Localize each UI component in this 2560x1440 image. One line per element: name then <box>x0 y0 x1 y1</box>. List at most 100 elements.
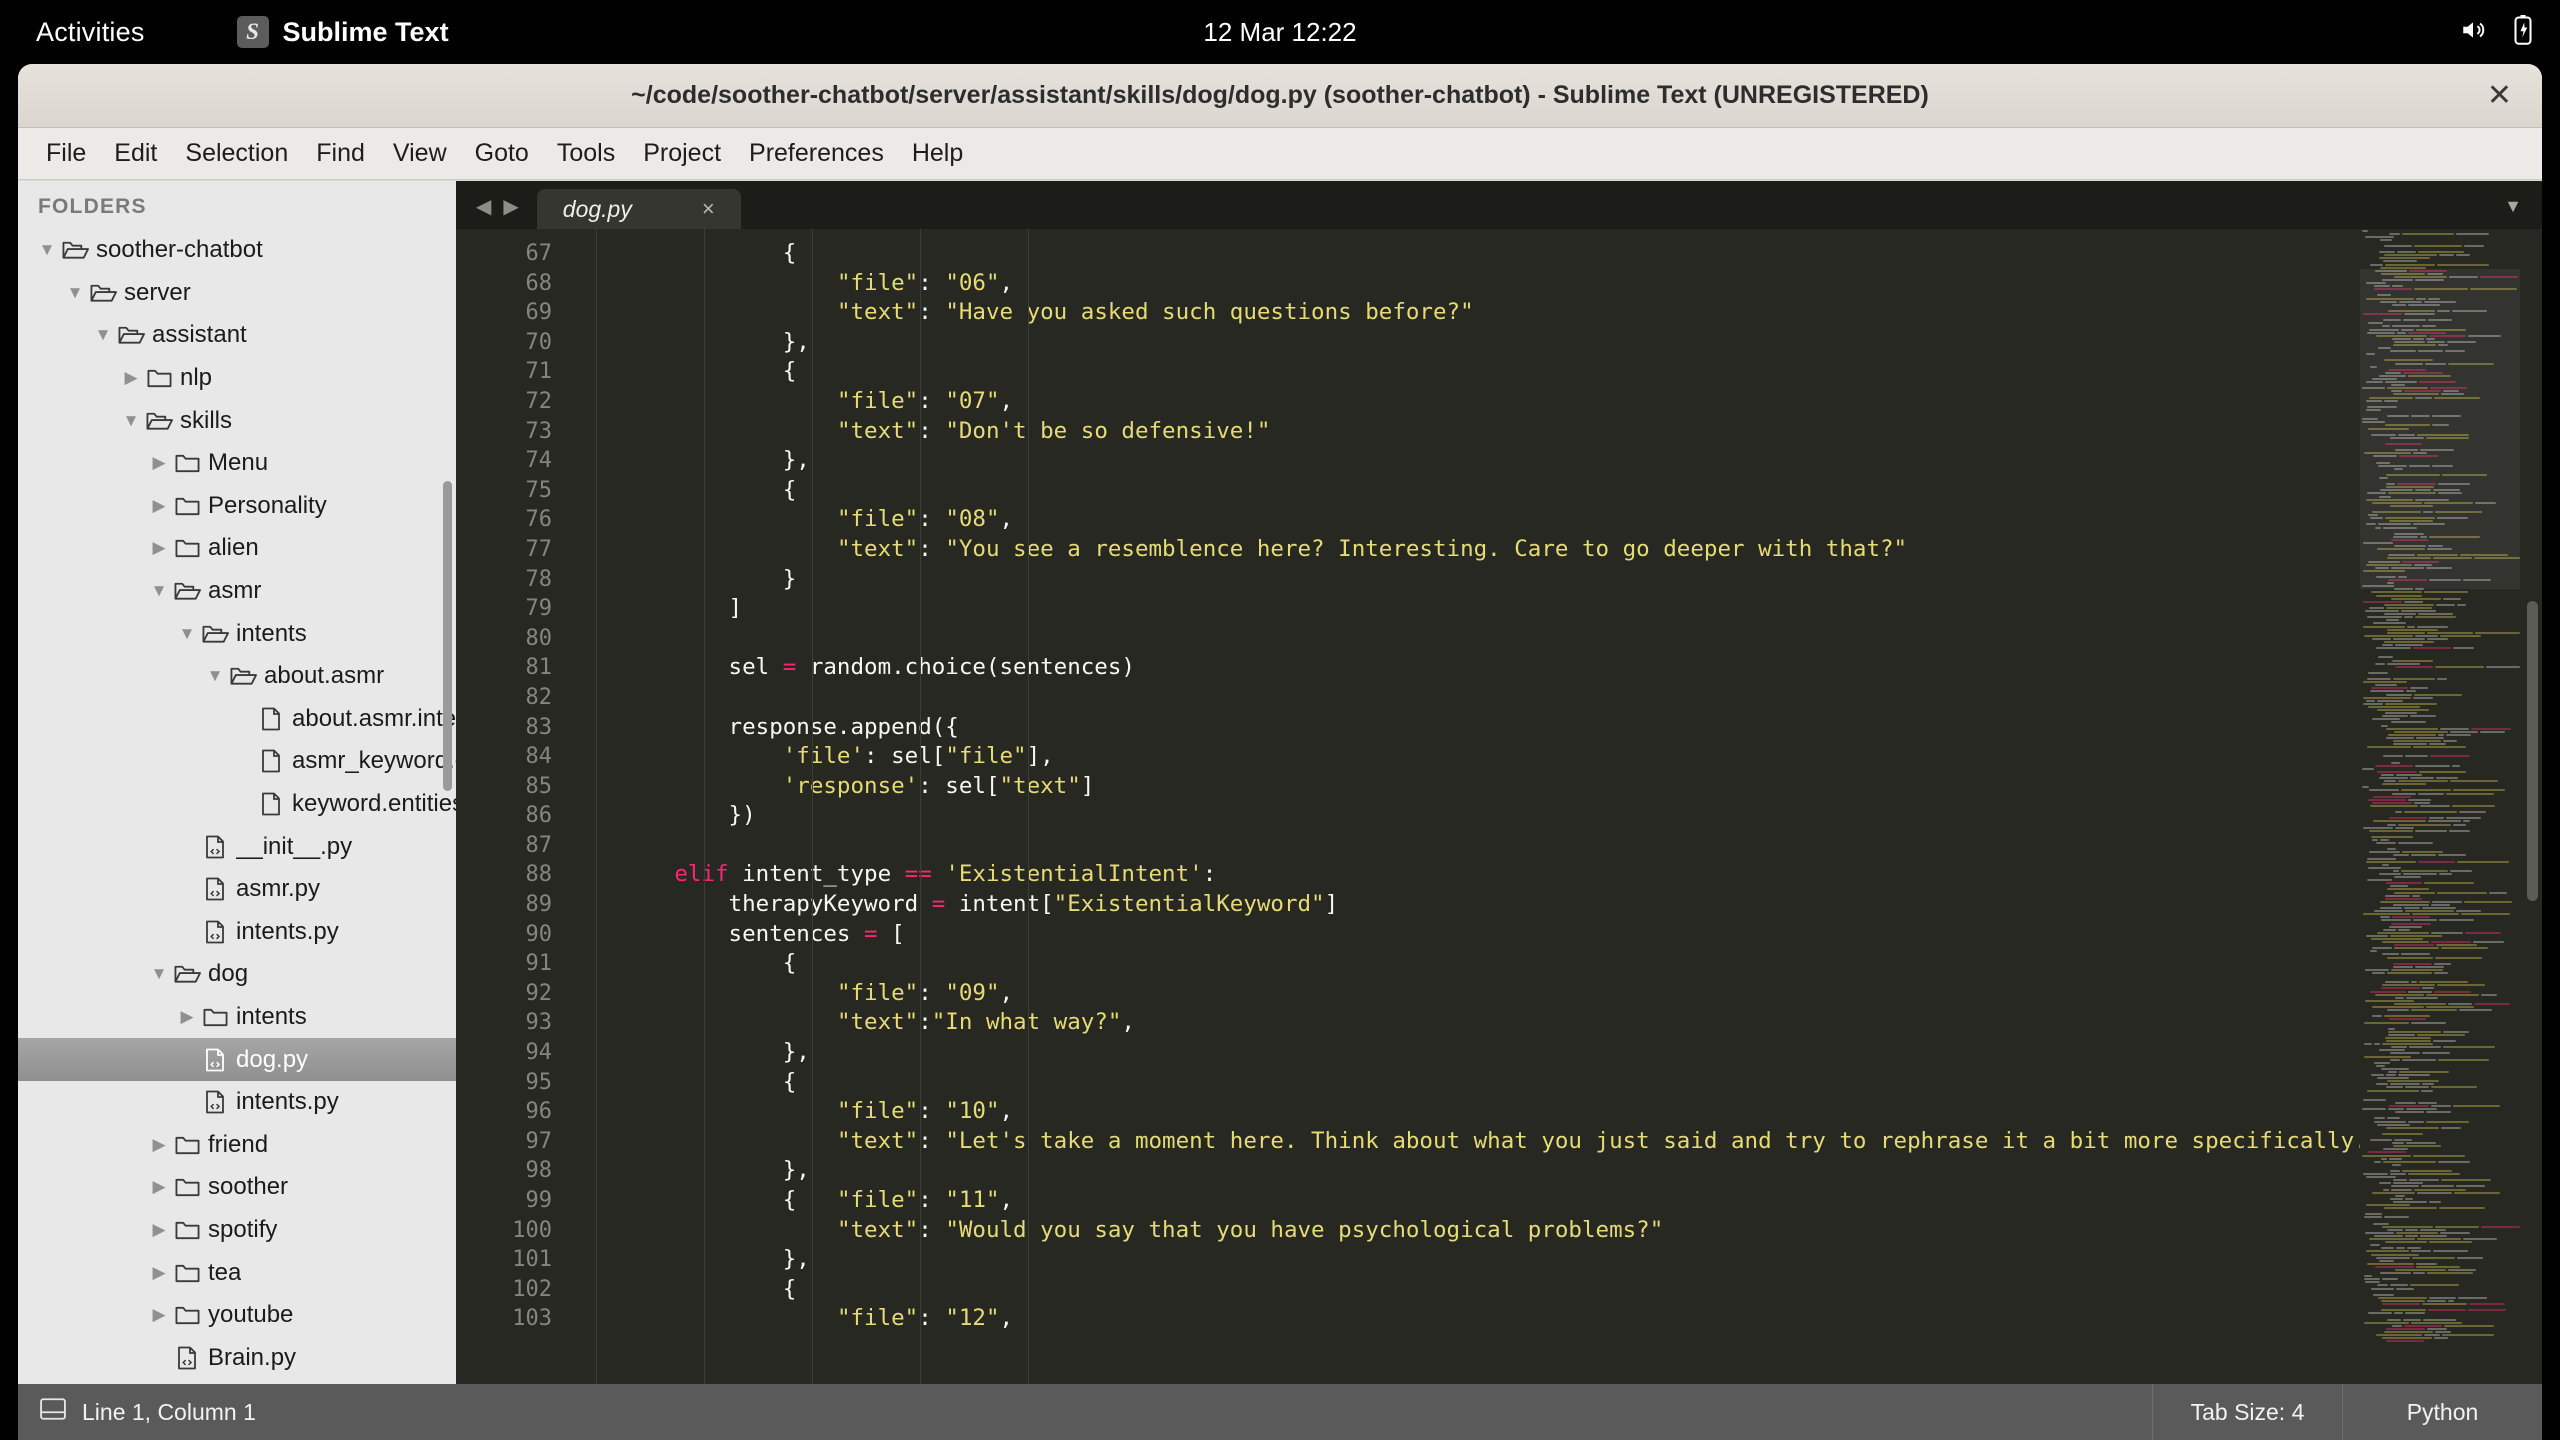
tree-item-intents[interactable]: ▶ intents <box>18 996 456 1039</box>
tree-item-menu[interactable]: ▶ Menu <box>18 442 456 485</box>
menu-item-edit[interactable]: Edit <box>100 135 171 172</box>
menu-item-view[interactable]: View <box>379 135 461 172</box>
chevron-down-icon[interactable]: ▼ <box>174 624 200 644</box>
clock[interactable]: 12 Mar 12:22 <box>1203 17 1356 48</box>
code-line[interactable]: "text":"In what way?", <box>566 1008 2542 1038</box>
code-content[interactable]: { "file": "06", "text": "Have you asked … <box>566 229 2542 1412</box>
tree-item-nlp[interactable]: ▶ nlp <box>18 357 456 400</box>
close-icon[interactable]: ✕ <box>2487 80 2512 111</box>
chevron-right-icon[interactable]: ▶ <box>146 1220 172 1240</box>
code-line[interactable]: 'file': sel["file"], <box>566 742 2542 772</box>
sidebar-file-tree[interactable]: FOLDERS ▼ soother-chatbot ▼ server ▼ assistan… <box>18 181 456 1440</box>
tab-dog-py[interactable]: dog.py × <box>536 189 741 229</box>
battery-icon[interactable] <box>2514 14 2532 50</box>
chevron-right-icon[interactable]: ▶ <box>146 1177 172 1197</box>
tree-item-personality[interactable]: ▶ Personality <box>18 485 456 528</box>
chevron-down-icon[interactable]: ▼ <box>202 666 228 686</box>
code-line[interactable]: response.append({ <box>566 713 2542 743</box>
tree-item-tea[interactable]: ▶ tea <box>18 1251 456 1294</box>
code-line[interactable]: ] <box>566 594 2542 624</box>
tree-item-assistant[interactable]: ▼ assistant <box>18 314 456 357</box>
code-line[interactable] <box>566 624 2542 654</box>
activities-button[interactable]: Activities <box>36 17 145 48</box>
code-line[interactable]: { "file": "11", <box>566 1186 2542 1216</box>
code-line[interactable] <box>566 831 2542 861</box>
code-line[interactable]: "file": "09", <box>566 979 2542 1009</box>
code-line[interactable]: elif intent_type == 'ExistentialIntent': <box>566 860 2542 890</box>
tree-item-intents[interactable]: ▼ intents <box>18 612 456 655</box>
code-line[interactable]: 'response': sel["text"] <box>566 772 2542 802</box>
syntax-mode-button[interactable]: Python <box>2342 1384 2542 1440</box>
tree-item-__init__-py[interactable]: __init__.py <box>18 825 456 868</box>
chevron-right-icon[interactable]: ▶ <box>146 496 172 516</box>
menu-item-help[interactable]: Help <box>898 135 977 172</box>
code-line[interactable]: }, <box>566 1038 2542 1068</box>
tree-item-soother-chatbot[interactable]: ▼ soother-chatbot <box>18 229 456 272</box>
tree-item-about-asmr-intent[interactable]: about.asmr.intent <box>18 698 456 741</box>
tab-size-button[interactable]: Tab Size: 4 <box>2152 1384 2342 1440</box>
sidebar-vertical-scrollbar[interactable] <box>443 481 452 791</box>
minimap[interactable] <box>2360 229 2520 1412</box>
chevron-right-icon[interactable]: ▶ <box>146 1263 172 1283</box>
code-line[interactable]: "file": "10", <box>566 1097 2542 1127</box>
code-line[interactable]: "text": "Don't be so defensive!" <box>566 417 2542 447</box>
minimap-viewport-indicator[interactable] <box>2360 269 2520 589</box>
tree-item-asmr[interactable]: ▼ asmr <box>18 570 456 613</box>
tree-item-intents-py[interactable]: intents.py <box>18 911 456 954</box>
chevron-right-icon[interactable]: ▶ <box>146 1305 172 1325</box>
tree-item-friend[interactable]: ▶ friend <box>18 1123 456 1166</box>
tab-close-icon[interactable]: × <box>702 196 715 222</box>
tree-item-keyword-entities[interactable]: keyword.entities <box>18 783 456 826</box>
tree-item-dog-py[interactable]: dog.py <box>18 1038 456 1081</box>
chevron-down-icon[interactable]: ▼ <box>62 283 88 303</box>
code-line[interactable] <box>566 683 2542 713</box>
volume-icon[interactable] <box>2458 17 2488 48</box>
code-line[interactable]: "file": "08", <box>566 505 2542 535</box>
code-line[interactable]: }) <box>566 801 2542 831</box>
code-line[interactable]: }, <box>566 328 2542 358</box>
tree-item-spotify[interactable]: ▶ spotify <box>18 1209 456 1252</box>
tree-item-brain-py[interactable]: Brain.py <box>18 1336 456 1379</box>
chevron-right-icon[interactable]: ▶ <box>118 368 144 388</box>
tree-item-youtube[interactable]: ▶ youtube <box>18 1294 456 1337</box>
menu-item-tools[interactable]: Tools <box>543 135 629 172</box>
tab-overflow-menu-icon[interactable]: ▼ <box>2504 196 2522 217</box>
tree-item-intents-py[interactable]: intents.py <box>18 1081 456 1124</box>
code-line[interactable]: "text": "Have you asked such questions b… <box>566 298 2542 328</box>
code-line[interactable]: "file": "06", <box>566 269 2542 299</box>
code-line[interactable]: }, <box>566 1156 2542 1186</box>
tree-item-about-asmr[interactable]: ▼ about.asmr <box>18 655 456 698</box>
chevron-down-icon[interactable]: ▼ <box>118 411 144 431</box>
code-line[interactable]: "file": "07", <box>566 387 2542 417</box>
tree-item-soother[interactable]: ▶ soother <box>18 1166 456 1209</box>
chevron-down-icon[interactable]: ▼ <box>146 581 172 601</box>
tree-item-alien[interactable]: ▶ alien <box>18 527 456 570</box>
chevron-down-icon[interactable]: ▼ <box>90 325 116 345</box>
code-line[interactable]: }, <box>566 1245 2542 1275</box>
tab-navigation[interactable]: ◀ ▶ <box>456 194 537 229</box>
code-line[interactable]: therapyKeyword = intent["ExistentialKeyw… <box>566 890 2542 920</box>
code-editor[interactable]: ◀ ▶ dog.py × ▼ 67 68 69 70 71 72 73 74 75 76 77 78 7… <box>456 181 2542 1440</box>
tree-item-server[interactable]: ▼ server <box>18 272 456 315</box>
tab-prev-icon[interactable]: ◀ <box>476 194 491 219</box>
code-area[interactable]: 67 68 69 70 71 72 73 74 75 76 77 78 79 80 81 82 83 84 85 86… <box>456 229 2542 1412</box>
chevron-right-icon[interactable]: ▶ <box>146 538 172 558</box>
menu-item-project[interactable]: Project <box>629 135 735 172</box>
chevron-down-icon[interactable]: ▼ <box>34 240 60 260</box>
code-line[interactable]: { <box>566 357 2542 387</box>
folder-tree[interactable]: ▼ soother-chatbot ▼ server ▼ assistant ▶ nlp ▼ sk… <box>18 229 456 1379</box>
code-line[interactable]: { <box>566 476 2542 506</box>
tree-item-asmr_keyword-entity[interactable]: asmr_keyword.entity <box>18 740 456 783</box>
tree-item-skills[interactable]: ▼ skills <box>18 399 456 442</box>
code-line[interactable]: sel = random.choice(sentences) <box>566 653 2542 683</box>
status-position-group[interactable]: Line 1, Column 1 <box>18 1398 256 1426</box>
menu-item-find[interactable]: Find <box>302 135 379 172</box>
tree-item-asmr-py[interactable]: asmr.py <box>18 868 456 911</box>
code-line[interactable]: { <box>566 1275 2542 1305</box>
menu-item-file[interactable]: File <box>32 135 100 172</box>
code-line[interactable]: "text": "Would you say that you have psy… <box>566 1216 2542 1246</box>
tree-item-dog[interactable]: ▼ dog <box>18 953 456 996</box>
code-line[interactable]: "text": "You see a resemblence here? Int… <box>566 535 2542 565</box>
code-line[interactable]: { <box>566 949 2542 979</box>
code-line[interactable]: "text": "Let's take a moment here. Think… <box>566 1127 2542 1157</box>
